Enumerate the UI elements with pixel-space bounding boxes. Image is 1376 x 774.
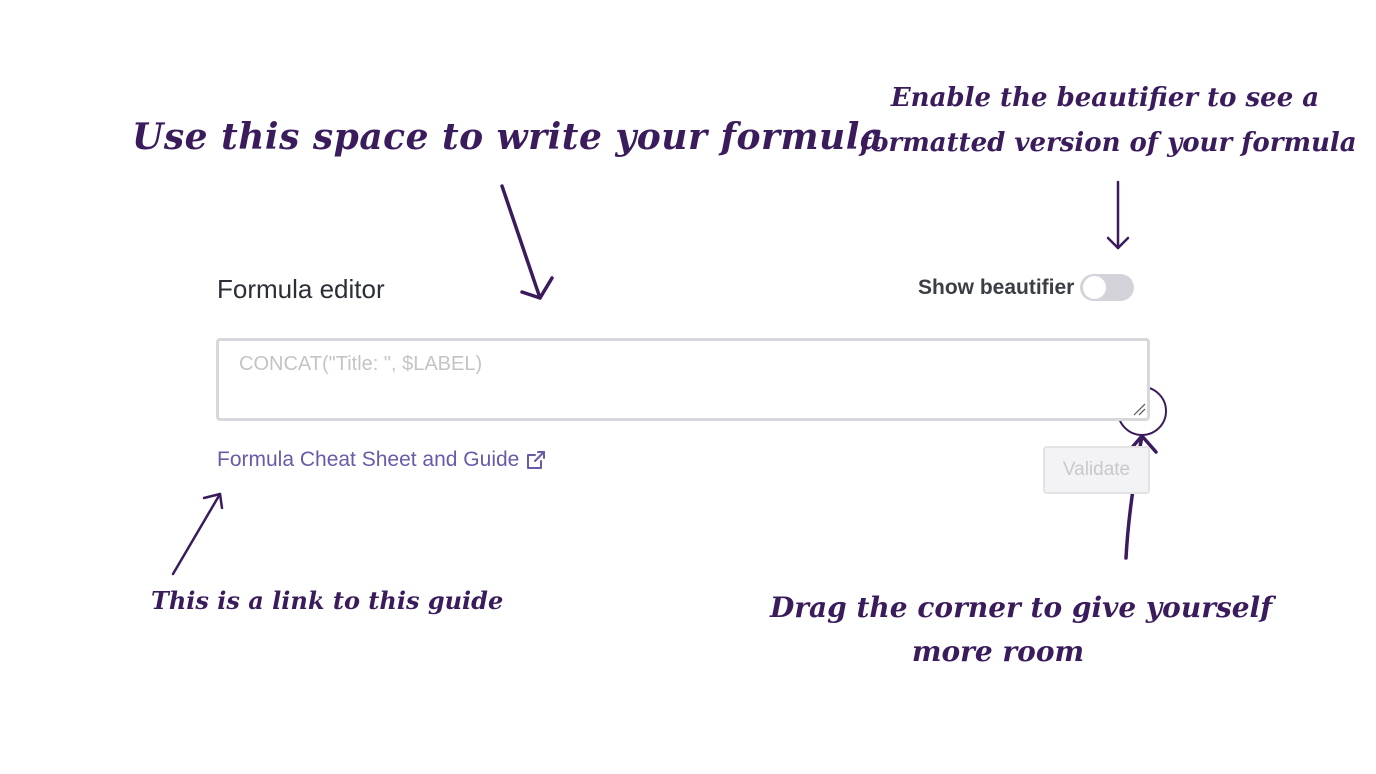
validate-button[interactable]: Validate	[1043, 446, 1150, 494]
annotation-write-formula: Use this space to write your formula	[132, 116, 884, 158]
formula-guide-link-label: Formula Cheat Sheet and Guide	[217, 448, 520, 471]
annotation-beautifier-line2: formatted version of your formula	[860, 128, 1357, 158]
annotation-drag-corner: Drag the corner to give yourself more ro…	[770, 586, 1273, 674]
annotation-drag-line1: Drag the corner to give yourself	[770, 591, 1273, 624]
formula-guide-link[interactable]: Formula Cheat Sheet and Guide	[217, 448, 547, 472]
arrow-to-link	[171, 492, 222, 576]
arrow-to-editor	[500, 184, 542, 300]
beautifier-control: Show beautifier	[918, 274, 1135, 301]
beautifier-toggle[interactable]	[1080, 274, 1135, 301]
formula-input[interactable]	[216, 338, 1150, 421]
annotation-link-note: This is a link to this guide	[151, 586, 504, 615]
beautifier-label: Show beautifier	[918, 275, 1075, 299]
annotation-beautifier-line1: Enable the beautifier to see a	[890, 83, 1320, 113]
external-link-icon	[527, 451, 546, 469]
arrow-to-toggle-head	[1106, 236, 1130, 250]
annotation-beautifier: Enable the beautifier to see a formatted…	[860, 76, 1357, 166]
resize-handle-icon[interactable]	[1132, 402, 1146, 416]
arrow-to-link-head	[202, 492, 224, 510]
formula-editor-label: Formula editor	[217, 274, 385, 304]
annotation-drag-line2: more room	[911, 635, 1085, 668]
arrow-to-editor-head	[520, 276, 554, 300]
toggle-knob	[1083, 276, 1107, 299]
